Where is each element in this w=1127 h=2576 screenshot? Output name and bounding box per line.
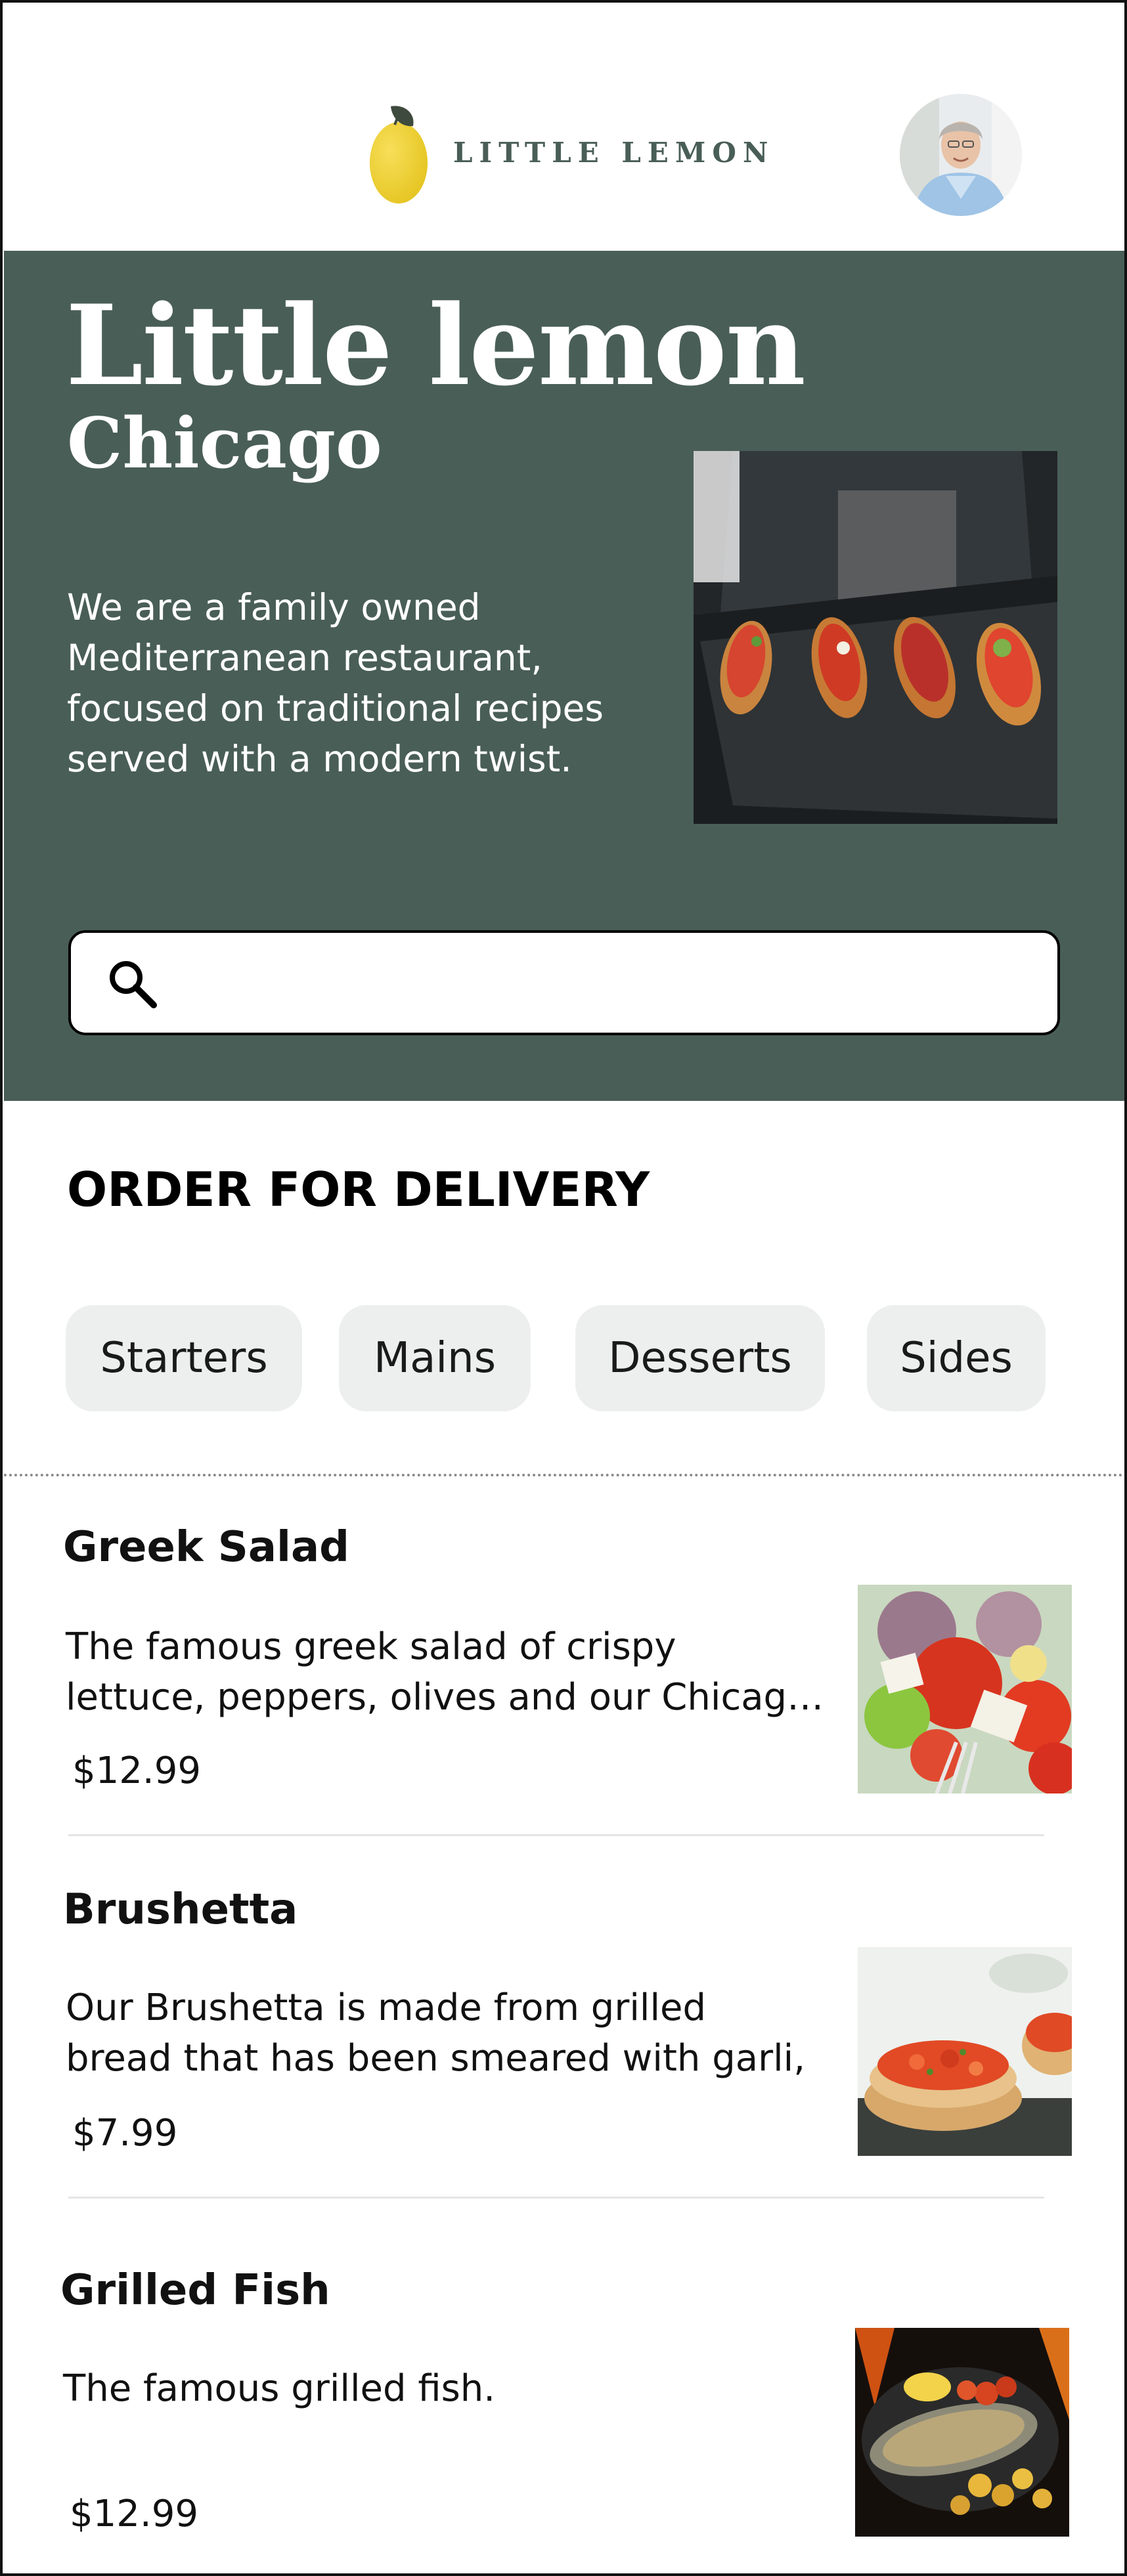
greek-salad-photo — [858, 1585, 1072, 1793]
search-bar[interactable] — [68, 930, 1060, 1035]
item-image — [858, 1947, 1072, 2156]
brand-name: LITTLE LEMON — [453, 137, 775, 169]
item-price: $12.99 — [70, 2493, 198, 2535]
grilled-fish-photo — [855, 2328, 1069, 2537]
category-mains[interactable]: Mains — [339, 1305, 531, 1411]
item-name: Grilled Fish — [60, 2266, 330, 2315]
hero-banner: Little lemon Chicago We are a family own… — [4, 251, 1126, 1101]
item-description-line1: The famous grilled fish. — [63, 2367, 496, 2410]
hero-subtitle: Chicago — [67, 402, 382, 484]
category-sides[interactable]: Sides — [867, 1305, 1046, 1411]
item-price: $7.99 — [72, 2112, 178, 2155]
section-title: ORDER FOR DELIVERY — [67, 1162, 650, 1217]
item-image — [858, 1585, 1072, 1793]
item-separator — [68, 2197, 1044, 2199]
lemon-icon — [370, 106, 428, 204]
section-divider — [4, 1474, 1123, 1476]
item-separator — [68, 1834, 1044, 1836]
brand-logo[interactable]: LITTLE LEMON — [365, 98, 774, 207]
item-description-line2: bread that has been smeared with garli, — [66, 2037, 806, 2080]
item-description-line1: The famous greek salad of crispy — [66, 1625, 676, 1668]
item-description-line1: Our Brushetta is made from grilled — [66, 1986, 707, 2029]
search-icon — [110, 961, 157, 1008]
bruschetta-platter-photo — [694, 451, 1057, 824]
hero-title: Little lemon — [66, 280, 806, 410]
item-price: $12.99 — [72, 1750, 201, 1792]
hero-description: We are a family owned Mediterranean rest… — [67, 586, 604, 780]
item-name: Brushetta — [63, 1885, 298, 1934]
bruschetta-photo — [858, 1947, 1072, 2156]
app-header: LITTLE LEMON — [0, 0, 1127, 251]
item-name: Greek Salad — [63, 1523, 349, 1572]
search-input[interactable] — [183, 946, 1039, 1021]
category-starters[interactable]: Starters — [66, 1305, 302, 1411]
hero-image — [694, 451, 1057, 824]
category-desserts[interactable]: Desserts — [575, 1305, 825, 1411]
item-image — [855, 2328, 1069, 2537]
item-description-line2: lettuce, peppers, olives and our Chicago… — [66, 1676, 828, 1719]
user-avatar[interactable] — [900, 94, 1022, 216]
avatar-photo — [900, 94, 1022, 216]
